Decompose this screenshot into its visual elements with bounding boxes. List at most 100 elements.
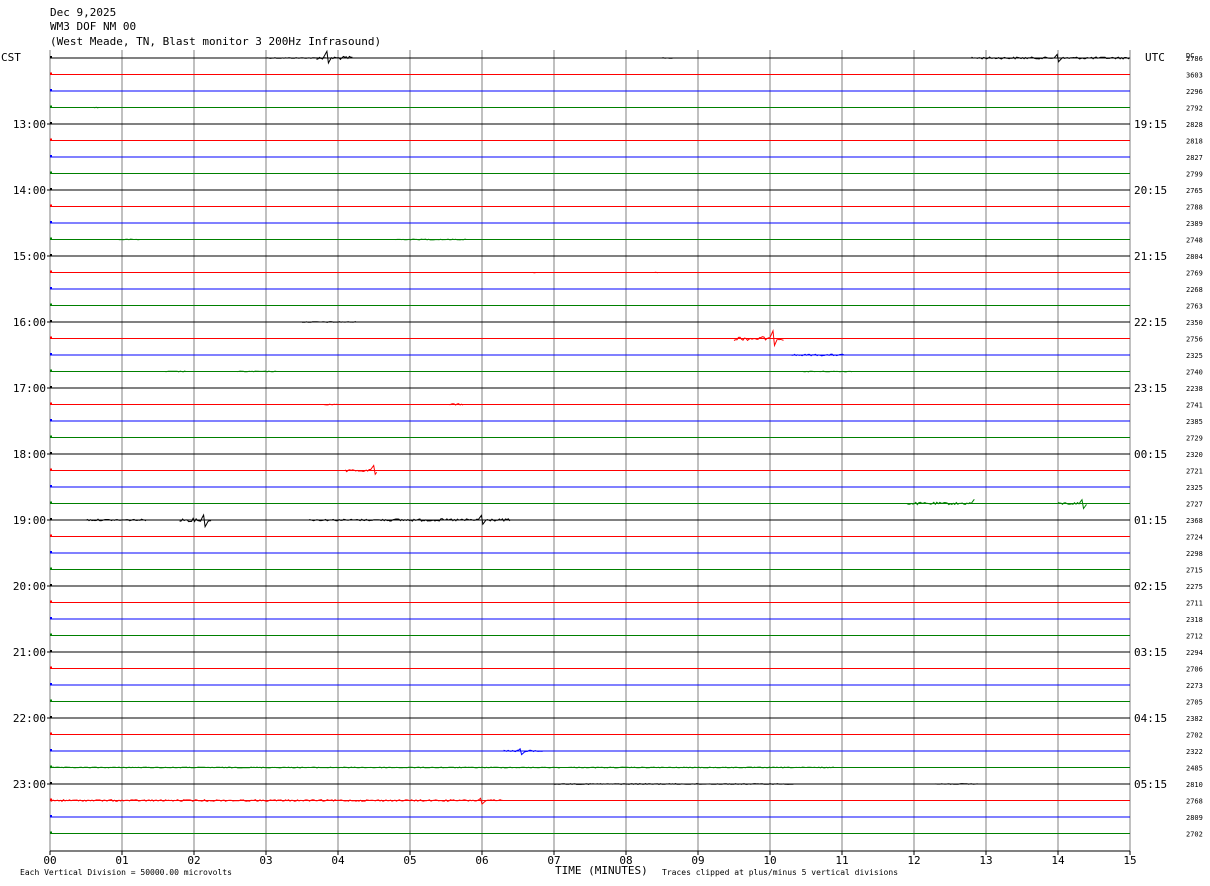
dc-value-label: 2741 bbox=[1186, 402, 1203, 410]
trace-signal bbox=[935, 783, 978, 785]
dc-value-label: 2705 bbox=[1186, 699, 1203, 707]
trace-signal bbox=[344, 464, 378, 476]
helicorder-chart: 00 01 02 03 04 05 06 07 08 09 10 11 12 13 14 1527863603… bbox=[1, 6, 1203, 877]
right-timezone-label: UTC bbox=[1145, 51, 1165, 64]
clip-note: Traces clipped at plus/minus 5 vertical … bbox=[662, 868, 898, 877]
cst-hour-label: 18:00 bbox=[13, 448, 46, 461]
dc-value-label: 2706 bbox=[1186, 666, 1203, 674]
cst-hour-label: 14:00 bbox=[13, 184, 46, 197]
dc-value-label: 2765 bbox=[1186, 187, 1203, 195]
x-tick-label: 05 bbox=[403, 854, 416, 867]
utc-hour-label: 01:15 bbox=[1134, 514, 1167, 527]
trace-signal bbox=[791, 353, 845, 357]
dc-value-label: 2727 bbox=[1186, 501, 1203, 509]
dc-value-label: 2711 bbox=[1186, 600, 1203, 608]
x-tick-label: 01 bbox=[115, 854, 128, 867]
utc-hour-label: 23:15 bbox=[1134, 382, 1167, 395]
utc-hour-label: 20:15 bbox=[1134, 184, 1167, 197]
trace-signal bbox=[93, 106, 100, 109]
dc-value-label: 2763 bbox=[1186, 303, 1203, 311]
dc-value-label: 2729 bbox=[1186, 435, 1203, 443]
utc-hour-label: 03:15 bbox=[1134, 646, 1167, 659]
x-tick-label: 14 bbox=[1051, 854, 1065, 867]
trace-signal bbox=[118, 238, 140, 241]
dc-value-label: 2275 bbox=[1186, 583, 1203, 591]
cst-hour-label: 19:00 bbox=[13, 514, 46, 527]
dc-value-label: 2320 bbox=[1186, 451, 1203, 459]
dc-header-label: DC bbox=[1186, 52, 1194, 60]
x-tick-label: 12 bbox=[907, 854, 920, 867]
cst-hour-label: 13:00 bbox=[13, 118, 46, 131]
trace-signal bbox=[971, 53, 1130, 63]
trace-signal bbox=[532, 271, 536, 274]
dc-value-label: 3603 bbox=[1186, 72, 1203, 80]
x-tick-label: 11 bbox=[835, 854, 848, 867]
dc-value-label: 2485 bbox=[1186, 765, 1203, 773]
utc-hour-label: 19:15 bbox=[1134, 118, 1167, 131]
dc-value-label: 2799 bbox=[1186, 171, 1203, 179]
dc-value-label: 2818 bbox=[1186, 138, 1203, 146]
dc-value-label: 2748 bbox=[1186, 237, 1203, 245]
header-description: (West Meade, TN, Blast monitor 3 200Hz I… bbox=[50, 35, 381, 48]
dc-value-label: 2322 bbox=[1186, 748, 1203, 756]
dc-value-label: 2804 bbox=[1186, 253, 1203, 261]
dc-value-label: 2385 bbox=[1186, 418, 1203, 426]
trace-signal bbox=[237, 370, 277, 373]
dc-value-label: 2238 bbox=[1186, 385, 1203, 393]
cst-hour-label: 16:00 bbox=[13, 316, 46, 329]
x-tick-label: 15 bbox=[1123, 854, 1136, 867]
chart-labels: 00 01 02 03 04 05 06 07 08 09 10 11 12 13 14 1527863603… bbox=[13, 55, 1203, 867]
dc-value-label: 2298 bbox=[1186, 550, 1203, 558]
trace-signal bbox=[568, 766, 834, 769]
cst-hour-label: 15:00 bbox=[13, 250, 46, 263]
x-tick-label: 10 bbox=[763, 854, 776, 867]
dc-value-label: 2769 bbox=[1186, 270, 1203, 278]
dc-value-label: 2715 bbox=[1186, 567, 1203, 575]
utc-hour-label: 05:15 bbox=[1134, 778, 1167, 791]
x-tick-label: 02 bbox=[187, 854, 200, 867]
dc-value-label: 2350 bbox=[1186, 319, 1203, 327]
dc-value-label: 2809 bbox=[1186, 814, 1203, 822]
utc-hour-label: 00:15 bbox=[1134, 448, 1167, 461]
dc-value-label: 2792 bbox=[1186, 105, 1203, 113]
scale-note: Each Vertical Division = 50000.00 microv… bbox=[20, 868, 232, 877]
dc-value-label: 2756 bbox=[1186, 336, 1203, 344]
trace-signal bbox=[503, 747, 543, 756]
dc-value-label: 2294 bbox=[1186, 649, 1203, 657]
dc-value-label: 2325 bbox=[1186, 352, 1203, 360]
dc-value-label: 2325 bbox=[1186, 484, 1203, 492]
trace-signal bbox=[1057, 498, 1087, 510]
header-station: WM3 DOF NM 00 bbox=[50, 20, 136, 33]
trace-signal bbox=[388, 514, 511, 526]
x-tick-label: 09 bbox=[691, 854, 704, 867]
cst-hour-label: 17:00 bbox=[13, 382, 46, 395]
cst-hour-label: 20:00 bbox=[13, 580, 46, 593]
trace-signal bbox=[654, 271, 658, 274]
x-tick-label: 03 bbox=[259, 854, 272, 867]
trace-lines bbox=[49, 49, 1130, 834]
dc-value-label: 2740 bbox=[1186, 369, 1203, 377]
x-tick-label: 13 bbox=[979, 854, 992, 867]
dc-value-label: 2788 bbox=[1186, 204, 1203, 212]
dc-value-label: 2724 bbox=[1186, 534, 1203, 542]
dc-value-label: 2389 bbox=[1186, 220, 1203, 228]
dc-value-label: 2810 bbox=[1186, 781, 1203, 789]
x-axis-title: TIME (MINUTES) bbox=[555, 864, 648, 877]
cst-hour-label: 22:00 bbox=[13, 712, 46, 725]
dc-value-label: 2712 bbox=[1186, 633, 1203, 641]
dc-value-label: 2296 bbox=[1186, 88, 1203, 96]
dc-value-label: 2828 bbox=[1186, 121, 1203, 129]
utc-hour-label: 04:15 bbox=[1134, 712, 1167, 725]
left-timezone-label: CST bbox=[1, 51, 21, 64]
cst-hour-label: 21:00 bbox=[13, 646, 46, 659]
dc-value-label: 2273 bbox=[1186, 682, 1203, 690]
dc-value-label: 2368 bbox=[1186, 517, 1203, 525]
cst-hour-label: 23:00 bbox=[13, 778, 46, 791]
x-tick-label: 04 bbox=[331, 854, 345, 867]
dc-value-label: 2702 bbox=[1186, 732, 1203, 740]
dc-value-label: 2318 bbox=[1186, 616, 1203, 624]
dc-value-label: 2768 bbox=[1186, 798, 1203, 806]
utc-hour-label: 02:15 bbox=[1134, 580, 1167, 593]
trace-signal bbox=[316, 49, 353, 65]
utc-hour-label: 22:15 bbox=[1134, 316, 1167, 329]
